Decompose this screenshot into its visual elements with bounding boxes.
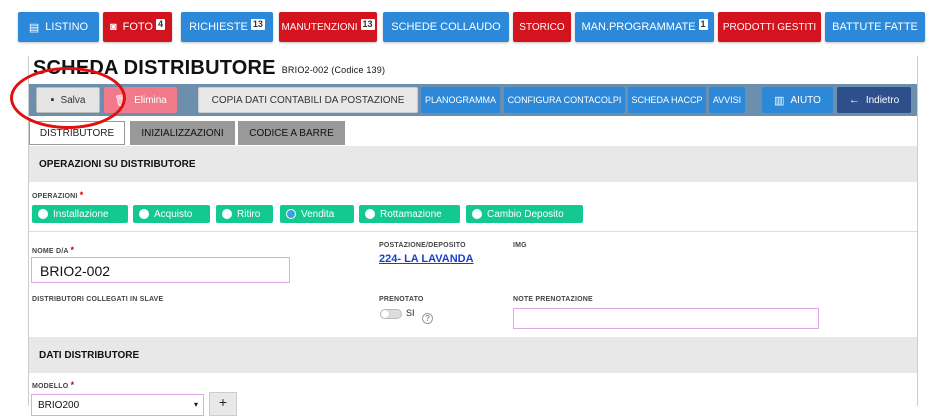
nav-listino-button[interactable]: ▤ LISTINO bbox=[18, 12, 99, 42]
add-model-button[interactable]: + bbox=[209, 392, 237, 416]
toolbar: ▪ Salva 🗑 Elimina COPIA DATI CONTABILI DA … bbox=[29, 84, 917, 116]
reserved-toggle-label: SI bbox=[406, 308, 415, 318]
reservation-notes-label: NOTE PRENOTAZIONE bbox=[513, 296, 593, 303]
main-panel: SCHEDA DISTRIBUTORE BRIO2-002 (Codice 139… bbox=[28, 56, 918, 416]
foto-count-badge: 4 bbox=[156, 18, 166, 30]
help-icon[interactable]: ? bbox=[422, 313, 433, 324]
name-input[interactable]: BRIO2-002 bbox=[31, 257, 290, 283]
page-title: SCHEDA DISTRIBUTORE BRIO2-002 (Codice 139… bbox=[33, 57, 386, 79]
slave-distributors-label: DISTRIBUTORI COLLEGATI IN SLAVE bbox=[32, 296, 164, 303]
operation-acquisto[interactable]: Acquisto bbox=[133, 205, 210, 223]
delete-button[interactable]: 🗑 Elimina bbox=[104, 87, 177, 113]
tab-inizializzazioni[interactable]: INIZIALIZZAZIONI bbox=[130, 121, 235, 145]
radio-icon bbox=[222, 209, 232, 219]
name-label: NOME D/A * bbox=[32, 245, 75, 255]
img-label: IMG bbox=[513, 242, 527, 249]
location-label: POSTAZIONE/DEPOSITO bbox=[379, 242, 466, 249]
nav-foto-button[interactable]: ◙ FOTO 4 bbox=[103, 12, 172, 42]
nav-richieste-button[interactable]: RICHIESTE 13 bbox=[181, 12, 273, 42]
back-button[interactable]: ← Indietro bbox=[837, 87, 911, 113]
camera-icon: ◙ bbox=[109, 21, 117, 33]
top-navigation: ▤ LISTINO ◙ FOTO 4 RICHIESTE 13 MANUTENZIONI… bbox=[0, 0, 934, 56]
chevron-down-icon: ▾ bbox=[193, 400, 198, 409]
tab-distributore[interactable]: DISTRIBUTORE bbox=[29, 121, 125, 145]
radio-icon bbox=[38, 209, 48, 219]
operation-vendita[interactable]: Vendita bbox=[280, 205, 354, 223]
operation-rottamazione[interactable]: Rottamazione bbox=[359, 205, 460, 223]
man-programmate-count-badge: 1 bbox=[698, 18, 708, 30]
nav-man-programmate-button[interactable]: MAN.PROGRAMMATE 1 bbox=[575, 12, 714, 42]
nav-manutenzioni-button[interactable]: MANUTENZIONI 13 bbox=[279, 12, 377, 42]
nav-battute-fatte-button[interactable]: BATTUTE FATTE bbox=[825, 12, 925, 42]
reservation-notes-input[interactable] bbox=[513, 308, 819, 329]
nav-storico-button[interactable]: STORICO bbox=[513, 12, 571, 42]
arrow-left-icon: ← bbox=[848, 94, 860, 106]
help-button[interactable]: ▥ AIUTO bbox=[762, 87, 833, 113]
page-subtitle: BRIO2-002 (Codice 139) bbox=[281, 65, 386, 75]
divider bbox=[29, 231, 917, 232]
haccp-sheet-button[interactable]: SCHEDA HACCP bbox=[628, 87, 706, 113]
book-icon: ▥ bbox=[774, 94, 785, 107]
tab-codice-a-barre[interactable]: CODICE A BARRE bbox=[238, 121, 345, 145]
planogram-button[interactable]: PLANOGRAMMA bbox=[421, 87, 500, 113]
nav-schede-collaudo-button[interactable]: SCHEDE COLLAUDO bbox=[383, 12, 509, 42]
operations-section-header: OPERAZIONI SU DISTRIBUTORE bbox=[29, 146, 917, 182]
list-icon: ▤ bbox=[28, 21, 40, 34]
radio-icon bbox=[365, 209, 375, 219]
model-select[interactable]: BRIO200 ▾ bbox=[31, 394, 204, 416]
operation-installazione[interactable]: Installazione bbox=[32, 205, 128, 223]
floppy-icon: ▪ bbox=[50, 94, 55, 106]
operations-label: OPERAZIONI * bbox=[32, 190, 84, 200]
configure-counters-button[interactable]: CONFIGURA CONTACOLPI bbox=[504, 87, 625, 113]
model-label: MODELLO * bbox=[32, 380, 75, 390]
location-link[interactable]: 224- LA LAVANDA bbox=[379, 253, 474, 265]
operation-ritiro[interactable]: Ritiro bbox=[216, 205, 273, 223]
reserved-label: PRENOTATO bbox=[379, 296, 424, 303]
radio-selected-icon bbox=[286, 209, 296, 219]
radio-icon bbox=[472, 209, 482, 219]
nav-prodotti-gestiti-button[interactable]: PRODOTTI GESTITI bbox=[718, 12, 821, 42]
richieste-count-badge: 13 bbox=[250, 18, 265, 30]
trash-icon: 🗑 bbox=[114, 94, 129, 107]
copy-accounting-data-button[interactable]: COPIA DATI CONTABILI DA POSTAZIONE bbox=[198, 87, 418, 113]
radio-icon bbox=[139, 209, 149, 219]
notices-button[interactable]: AVVISI bbox=[709, 87, 745, 113]
save-button[interactable]: ▪ Salva bbox=[36, 87, 100, 113]
operation-cambio-deposito[interactable]: Cambio Deposito bbox=[466, 205, 583, 223]
manutenzioni-count-badge: 13 bbox=[360, 18, 375, 30]
dati-section-header: DATI DISTRIBUTORE bbox=[29, 337, 917, 373]
reserved-toggle[interactable] bbox=[380, 309, 402, 319]
